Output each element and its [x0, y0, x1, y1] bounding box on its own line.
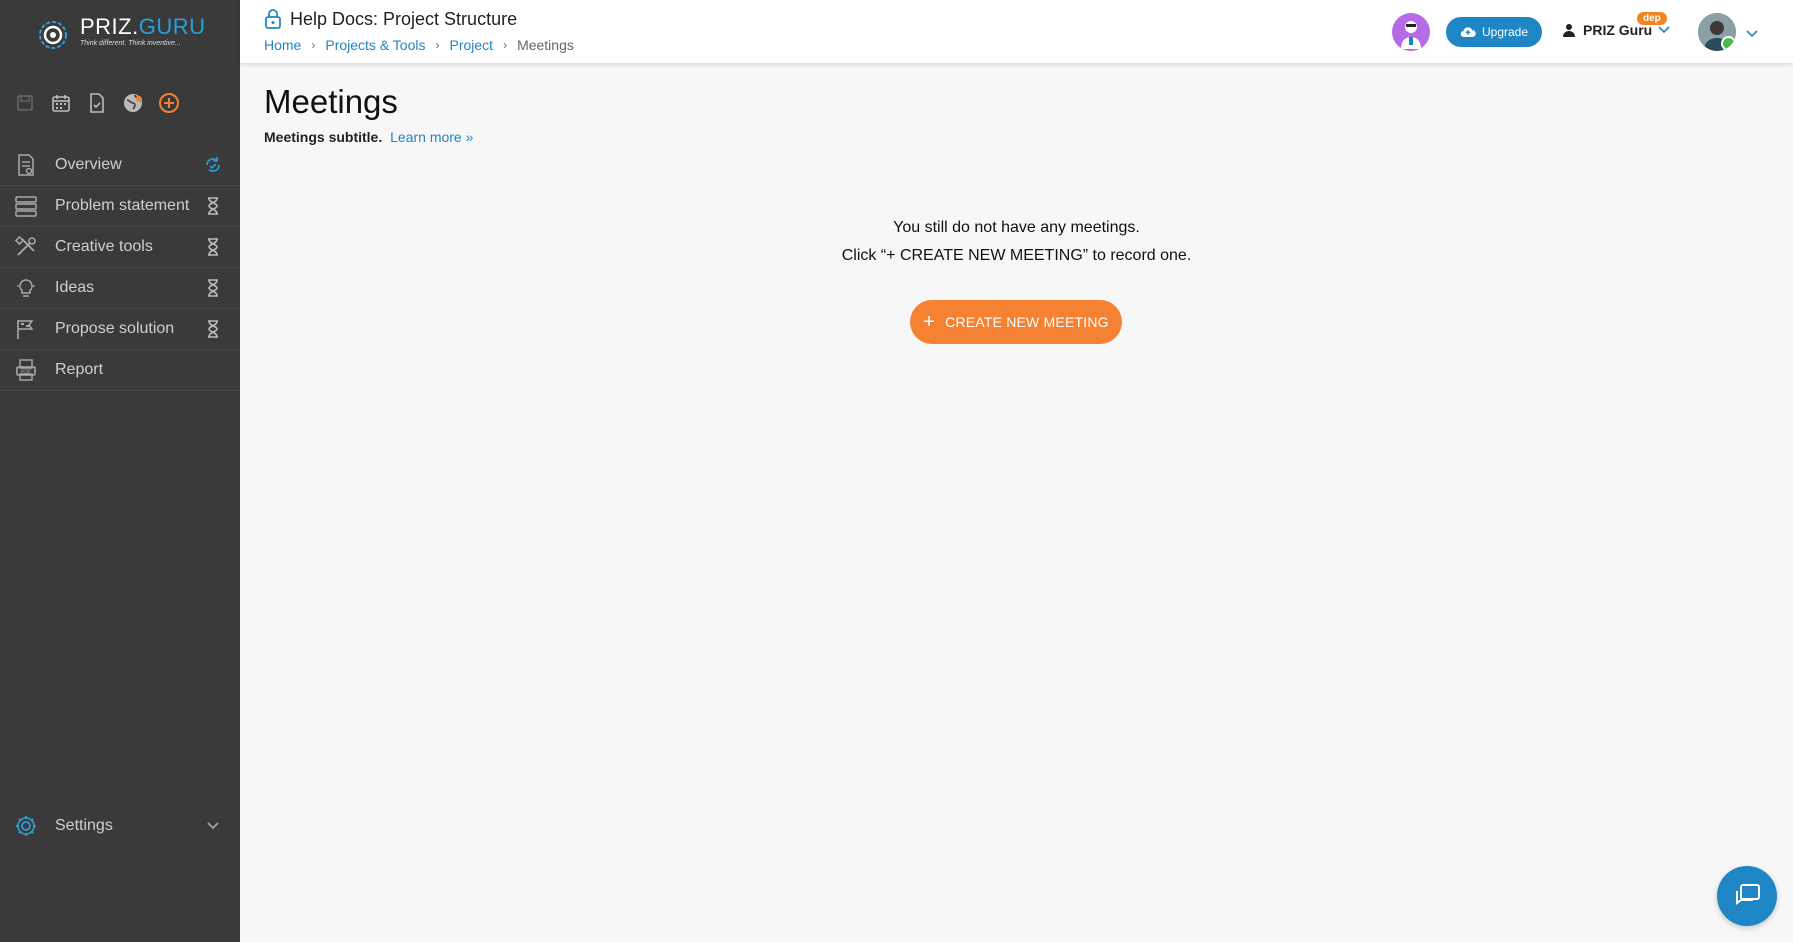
sidebar-item-label: Creative tools [55, 238, 153, 255]
breadcrumb-projects-tools[interactable]: Projects & Tools [325, 37, 425, 53]
project-title-row: Help Docs: Project Structure [264, 8, 517, 30]
main-content: Meetings Meetings subtitle. Learn more »… [240, 63, 1793, 942]
calendar-icon[interactable] [50, 92, 72, 114]
chevron-down-icon[interactable] [206, 818, 220, 836]
lightbulb-icon [15, 277, 37, 299]
sidebar-item-settings[interactable]: Settings [0, 806, 240, 846]
sidebar-nav: Overview Problem statement Creative tool… [0, 145, 240, 391]
breadcrumb-project[interactable]: Project [449, 37, 493, 53]
breadcrumb-separator: › [435, 38, 440, 52]
breadcrumb-home[interactable]: Home [264, 37, 301, 53]
tools-icon [15, 236, 37, 258]
sidebar-item-label: Problem statement [55, 197, 190, 214]
assistant-avatar[interactable] [1392, 13, 1430, 51]
user-avatar[interactable] [1698, 13, 1736, 51]
sidebar-item-propose-solution[interactable]: Propose solution [0, 309, 240, 350]
pdf-icon: PDF [15, 359, 37, 381]
sidebar-item-label: Ideas [55, 279, 95, 296]
sidebar-item-report[interactable]: PDF Report [0, 350, 240, 391]
sidebar: PRIZ.GURU Think different. Think inventi… [0, 0, 240, 942]
add-circle-icon[interactable] [158, 92, 180, 114]
empty-state-line: Click “+ CREATE NEW MEETING” to record o… [841, 247, 1192, 264]
sidebar-item-ideas[interactable]: Ideas [0, 268, 240, 309]
project-title: Help Docs: Project Structure [290, 8, 518, 29]
chat-icon [1736, 884, 1760, 905]
subtitle-text: Meetings subtitle. [264, 129, 383, 145]
globe-icon[interactable] [122, 92, 144, 114]
settings-label: Settings [55, 817, 113, 834]
brand-tagline: Think different. Think inventive... [80, 40, 181, 47]
page-title: Meetings [264, 83, 398, 120]
empty-state-line: You still do not have any meetings. [893, 219, 1140, 236]
logo[interactable]: PRIZ.GURU Think different. Think inventi… [36, 12, 216, 52]
hourglass-icon [204, 237, 222, 257]
sidebar-item-label: Overview [55, 156, 122, 173]
sidebar-item-label: Propose solution [55, 320, 175, 337]
chevron-down-icon [1658, 26, 1670, 34]
hourglass-icon [204, 319, 222, 339]
priz-logo-icon [39, 21, 67, 49]
lock-icon[interactable] [264, 8, 282, 30]
hourglass-icon [204, 196, 222, 216]
quick-actions [14, 92, 180, 114]
breadcrumb-separator: › [311, 38, 316, 52]
create-new-meeting-label: CREATE NEW MEETING [945, 314, 1109, 330]
workspace-selector[interactable]: PRIZ Guru dep [1562, 12, 1670, 38]
document-check-icon[interactable] [86, 92, 108, 114]
sidebar-item-overview[interactable]: Overview [0, 145, 240, 186]
hourglass-icon [204, 278, 222, 298]
cloud-upload-icon [1460, 27, 1476, 38]
brand-name: PRIZ.GURU [80, 14, 206, 39]
gear-icon [14, 814, 38, 838]
empty-state: You still do not have any meetings. Clic… [240, 214, 1793, 270]
breadcrumb-separator: › [503, 38, 508, 52]
chevron-down-icon[interactable] [1745, 26, 1759, 44]
floppy-icon[interactable] [14, 92, 36, 114]
document-eye-icon [15, 154, 37, 176]
svg-text:PDF: PDF [21, 370, 31, 376]
top-header: Help Docs: Project Structure Home › Proj… [240, 0, 1793, 63]
sidebar-item-problem-statement[interactable]: Problem statement [0, 186, 240, 227]
sync-icon [204, 155, 222, 175]
breadcrumb-current: Meetings [517, 37, 574, 53]
online-status-indicator [1721, 36, 1736, 51]
page-subtitle: Meetings subtitle. Learn more » [264, 129, 473, 145]
chat-button[interactable] [1717, 866, 1777, 926]
person-icon [1563, 24, 1575, 37]
upgrade-label: Upgrade [1481, 25, 1529, 39]
stack-icon [15, 195, 37, 217]
learn-more-link[interactable]: Learn more » [390, 129, 473, 145]
flag-icon [15, 318, 37, 340]
plus-icon: + [923, 311, 936, 333]
workspace-badge: dep [1637, 12, 1667, 25]
upgrade-button[interactable]: Upgrade [1446, 17, 1542, 47]
sidebar-item-creative-tools[interactable]: Creative tools [0, 227, 240, 268]
breadcrumb: Home › Projects & Tools › Project › Meet… [264, 37, 574, 53]
create-new-meeting-button[interactable]: + CREATE NEW MEETING [910, 300, 1122, 344]
sidebar-item-label: Report [55, 361, 104, 378]
